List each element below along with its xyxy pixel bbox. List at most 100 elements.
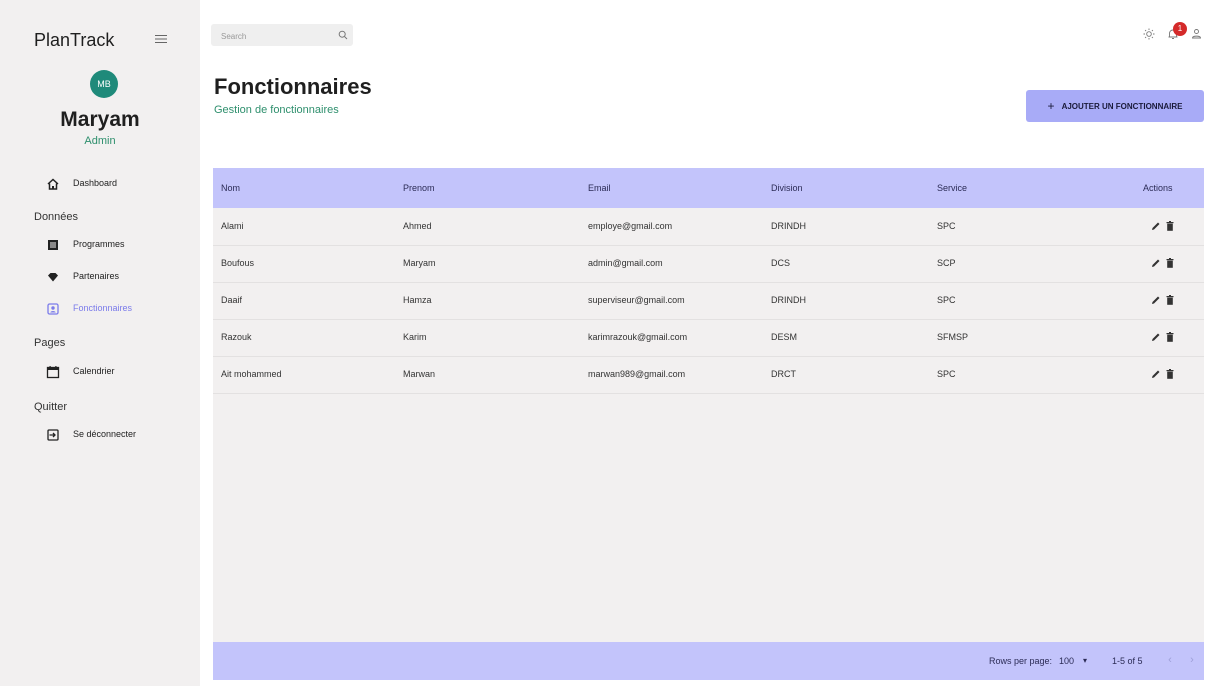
rows-per-page-value: 100 — [1059, 656, 1075, 666]
section-quitter: Quitter — [34, 401, 68, 413]
cell-division: DRCT — [771, 369, 796, 379]
cell-email: karimrazouk@gmail.com — [588, 332, 688, 342]
sidebar-item-partenaires[interactable]: Partenaires — [46, 266, 196, 290]
cell-nom: Alami — [221, 221, 244, 231]
cell-prenom: Marwan — [403, 369, 436, 379]
cell-email: marwan989@gmail.com — [588, 369, 686, 379]
table-row[interactable]: Alami Ahmed employe@gmail.com DRINDH SPC — [213, 208, 1204, 246]
sun-icon[interactable] — [1143, 28, 1155, 40]
column-header-service[interactable]: Service — [937, 183, 967, 193]
cell-division: DRINDH — [771, 221, 806, 231]
column-header-prenom[interactable]: Prenom — [403, 183, 435, 193]
cell-division: DRINDH — [771, 295, 806, 305]
trash-icon[interactable] — [1166, 295, 1174, 305]
cell-service: SFMSP — [937, 332, 969, 342]
caret-down-icon: ▾ — [1083, 656, 1088, 665]
column-header-nom[interactable]: Nom — [221, 183, 240, 193]
list-icon — [48, 240, 58, 250]
row-actions — [1151, 295, 1175, 307]
page-subtitle: Gestion de fonctionnaires — [214, 104, 339, 116]
table-row[interactable]: Boufous Maryam admin@gmail.com DCS SCP — [213, 245, 1204, 283]
table-header: Nom Prenom Email Division Service Action… — [213, 168, 1204, 208]
section-pages: Pages — [34, 337, 66, 349]
home-icon — [47, 178, 59, 190]
sidebar-item-fonctionnaires[interactable]: Fonctionnaires — [46, 298, 196, 322]
sidebar-item-logout[interactable]: Se déconnecter — [46, 424, 196, 448]
sidebar-item-calendrier[interactable]: Calendrier — [46, 361, 196, 385]
row-actions — [1151, 332, 1175, 344]
sidebar-item-label: Calendrier — [73, 366, 115, 376]
row-actions — [1151, 369, 1175, 381]
diamond-icon — [48, 273, 58, 282]
trash-icon[interactable] — [1166, 258, 1174, 268]
column-header-actions: Actions — [1143, 183, 1173, 193]
rows-per-page-label: Rows per page: — [989, 656, 1053, 666]
cell-email: admin@gmail.com — [588, 258, 663, 268]
section-donnees: Données — [34, 211, 79, 223]
cell-nom: Razouk — [221, 332, 252, 342]
sidebar: PlanTrack MB Maryam Admin Dashboard Donn… — [0, 0, 200, 686]
cell-email: employe@gmail.com — [588, 221, 673, 231]
page-title: Fonctionnaires — [214, 74, 372, 99]
trash-icon[interactable] — [1166, 369, 1174, 379]
row-actions — [1151, 221, 1175, 233]
cell-email: superviseur@gmail.com — [588, 295, 685, 305]
column-header-email[interactable]: Email — [588, 183, 611, 193]
pagination-range: 1-5 of 5 — [1112, 656, 1143, 666]
cell-prenom: Karim — [403, 332, 427, 342]
pencil-icon[interactable] — [1151, 332, 1161, 342]
table-row[interactable]: Ait mohammed Marwan marwan989@gmail.com … — [213, 356, 1204, 394]
cell-nom: Daaif — [221, 295, 243, 305]
sidebar-item-label: Dashboard — [73, 178, 118, 188]
cell-division: DESM — [771, 332, 798, 342]
sidebar-item-label: Se déconnecter — [73, 429, 137, 439]
id-badge-icon — [47, 303, 59, 315]
chevron-left-icon[interactable]: ‹ — [1163, 653, 1177, 667]
add-fonctionnaire-button[interactable]: + AJOUTER UN FONCTIONNAIRE — [1026, 90, 1204, 122]
add-button-label: AJOUTER UN FONCTIONNAIRE — [1061, 101, 1183, 111]
table-row[interactable]: Razouk Karim karimrazouk@gmail.com DESM … — [213, 319, 1204, 357]
search-box — [211, 24, 353, 48]
sidebar-item-label: Programmes — [73, 239, 125, 249]
cell-nom: Boufous — [221, 258, 255, 268]
hamburger-menu-icon[interactable] — [154, 33, 168, 45]
cell-nom: Ait mohammed — [221, 369, 282, 379]
user-role: Admin — [84, 135, 116, 147]
trash-icon[interactable] — [1166, 221, 1174, 231]
pencil-icon[interactable] — [1151, 221, 1161, 231]
chevron-right-icon[interactable]: › — [1185, 653, 1199, 667]
sidebar-item-dashboard[interactable]: Dashboard — [46, 173, 196, 197]
cell-service: SCP — [937, 258, 956, 268]
user-avatar: MB — [90, 70, 118, 98]
table-pagination: Rows per page: 100 ▾ 1-5 of 5 ‹ › — [213, 642, 1204, 680]
calendar-icon — [46, 366, 60, 379]
pencil-icon[interactable] — [1151, 369, 1161, 379]
app-brand: PlanTrack — [34, 30, 115, 50]
pencil-icon[interactable] — [1151, 295, 1161, 305]
search-input[interactable] — [211, 24, 335, 48]
cell-prenom: Maryam — [403, 258, 436, 268]
cell-prenom: Ahmed — [403, 221, 432, 231]
table-row[interactable]: Daaif Hamza superviseur@gmail.com DRINDH… — [213, 282, 1204, 320]
user-name: Maryam — [60, 108, 140, 131]
pencil-icon[interactable] — [1151, 258, 1161, 268]
trash-icon[interactable] — [1166, 332, 1174, 342]
sidebar-item-programmes[interactable]: Programmes — [46, 234, 196, 258]
user-icon[interactable] — [1191, 28, 1202, 39]
cell-service: SPC — [937, 221, 956, 231]
sidebar-item-label: Partenaires — [73, 271, 120, 281]
cell-prenom: Hamza — [403, 295, 432, 305]
search-icon[interactable] — [338, 30, 348, 40]
cell-service: SPC — [937, 369, 956, 379]
logout-icon — [47, 429, 59, 441]
cell-division: DCS — [771, 258, 791, 268]
notification-badge: 1 — [1173, 22, 1187, 36]
row-actions — [1151, 258, 1175, 270]
main-content: 1 Fonctionnaires Gestion de fonctionnair… — [200, 0, 1206, 686]
cell-service: SPC — [937, 295, 956, 305]
column-header-division[interactable]: Division — [771, 183, 803, 193]
fonctionnaires-table: Nom Prenom Email Division Service Action… — [213, 168, 1204, 680]
plus-icon: + — [1047, 99, 1055, 113]
rows-per-page-select[interactable]: 100 ▾ — [1059, 652, 1093, 670]
sidebar-item-label: Fonctionnaires — [73, 303, 133, 313]
